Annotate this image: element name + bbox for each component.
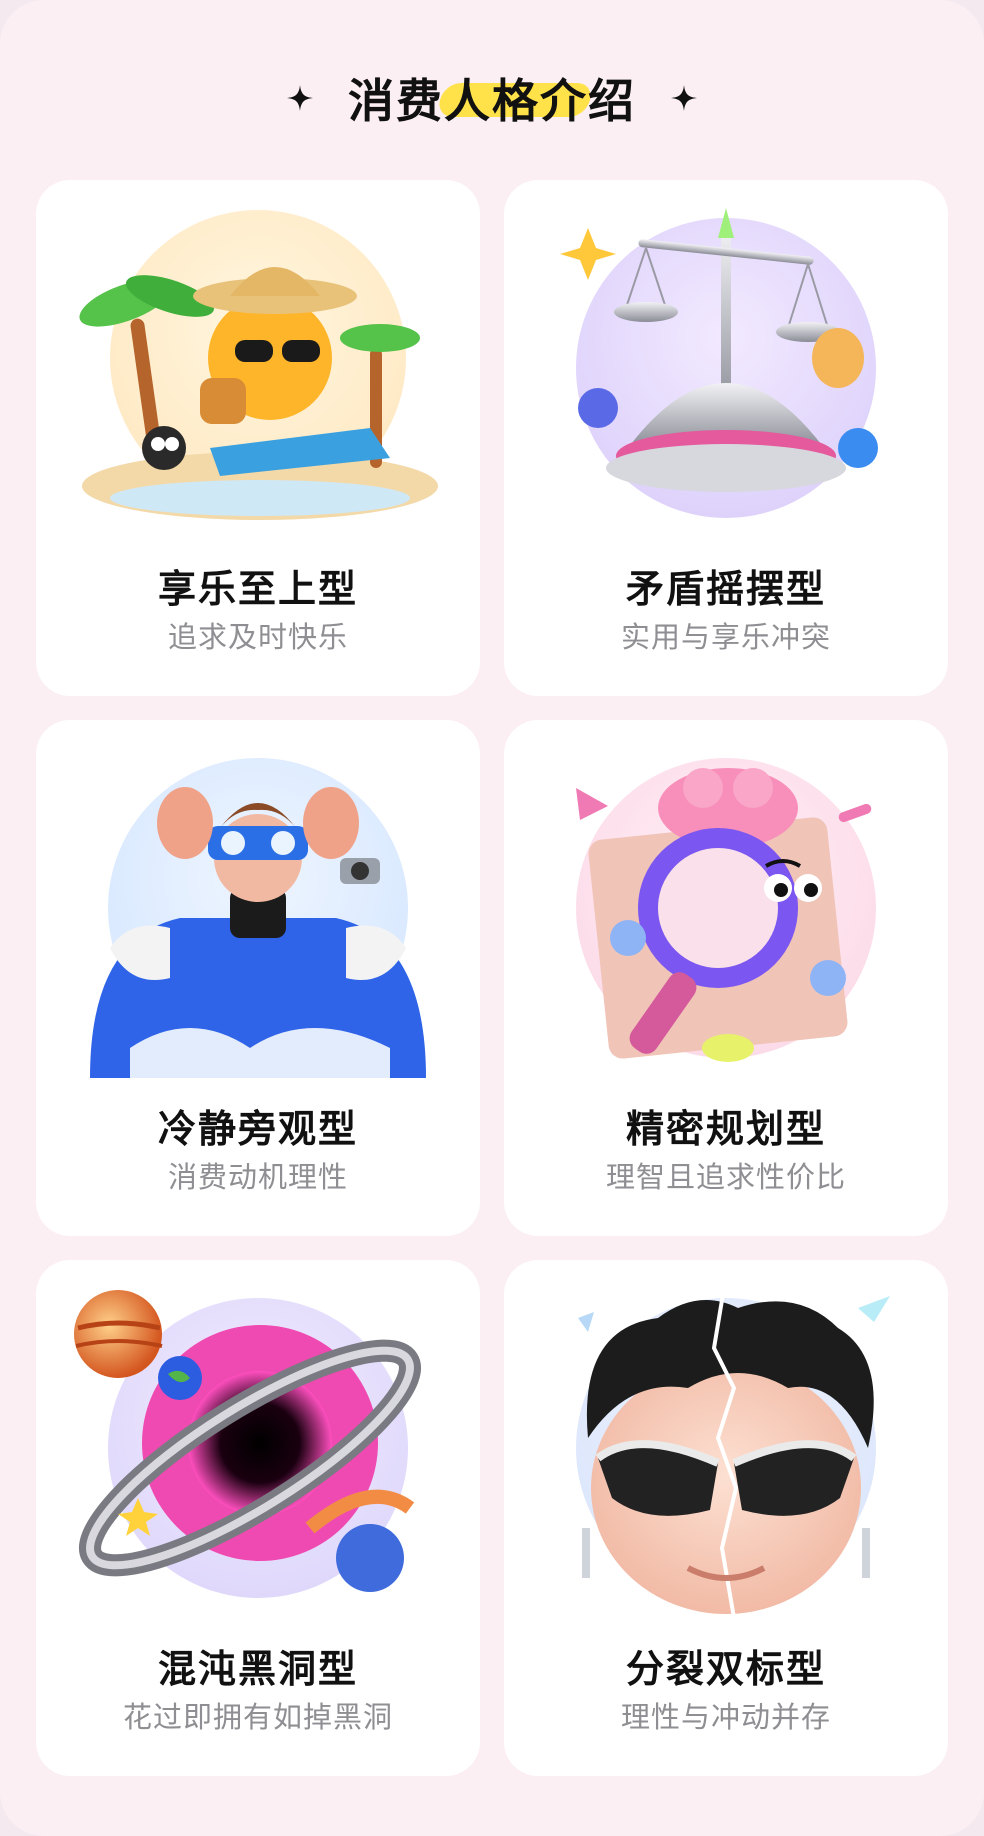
balance-scale-icon <box>560 208 878 518</box>
persona-card-ambivalent[interactable]: 矛盾摇摆型 实用与享乐冲突 <box>504 180 948 696</box>
split-face-character-icon <box>576 1288 890 1618</box>
beach-sun-character-icon <box>79 210 438 520</box>
card-title: 精密规划型 <box>625 1107 826 1151</box>
card-title: 冷静旁观型 <box>157 1107 358 1151</box>
card-subtitle: 追求及时快乐 <box>167 620 348 654</box>
persona-card-black-hole[interactable]: 混沌黑洞型 花过即拥有如掉黑洞 <box>36 1260 480 1776</box>
card-subtitle: 消费动机理性 <box>167 1160 348 1194</box>
persona-card-observer[interactable]: 冷静旁观型 消费动机理性 <box>36 720 480 1236</box>
black-hole-planet-icon <box>74 1290 421 1598</box>
persona-card-planner[interactable]: 精密规划型 理智且追求性价比 <box>504 720 948 1236</box>
card-subtitle: 理智且追求性价比 <box>605 1160 846 1194</box>
card-title: 享乐至上型 <box>157 567 358 611</box>
sparkle-right-icon <box>671 85 697 111</box>
header: 消费人格介绍 <box>0 58 984 138</box>
observer-character-icon <box>90 758 426 1078</box>
card-subtitle: 实用与享乐冲突 <box>620 620 831 654</box>
card-title: 矛盾摇摆型 <box>625 567 826 611</box>
persona-panel: 消费人格介绍 享乐至上型 追求及时快乐 矛盾摇摆型 实用与享乐冲突 冷静旁观型 … <box>0 0 984 1836</box>
card-title: 混沌黑洞型 <box>157 1647 358 1691</box>
magnifier-character-icon <box>576 758 876 1062</box>
persona-card-hedonist[interactable]: 享乐至上型 追求及时快乐 <box>36 180 480 696</box>
card-title: 分裂双标型 <box>625 1647 826 1691</box>
card-subtitle: 花过即拥有如掉黑洞 <box>122 1700 393 1734</box>
card-subtitle: 理性与冲动并存 <box>620 1700 831 1734</box>
page-title: 消费人格介绍 <box>348 74 636 128</box>
persona-card-double-standard[interactable]: 分裂双标型 理性与冲动并存 <box>504 1260 948 1776</box>
sparkle-left-icon <box>287 85 313 111</box>
